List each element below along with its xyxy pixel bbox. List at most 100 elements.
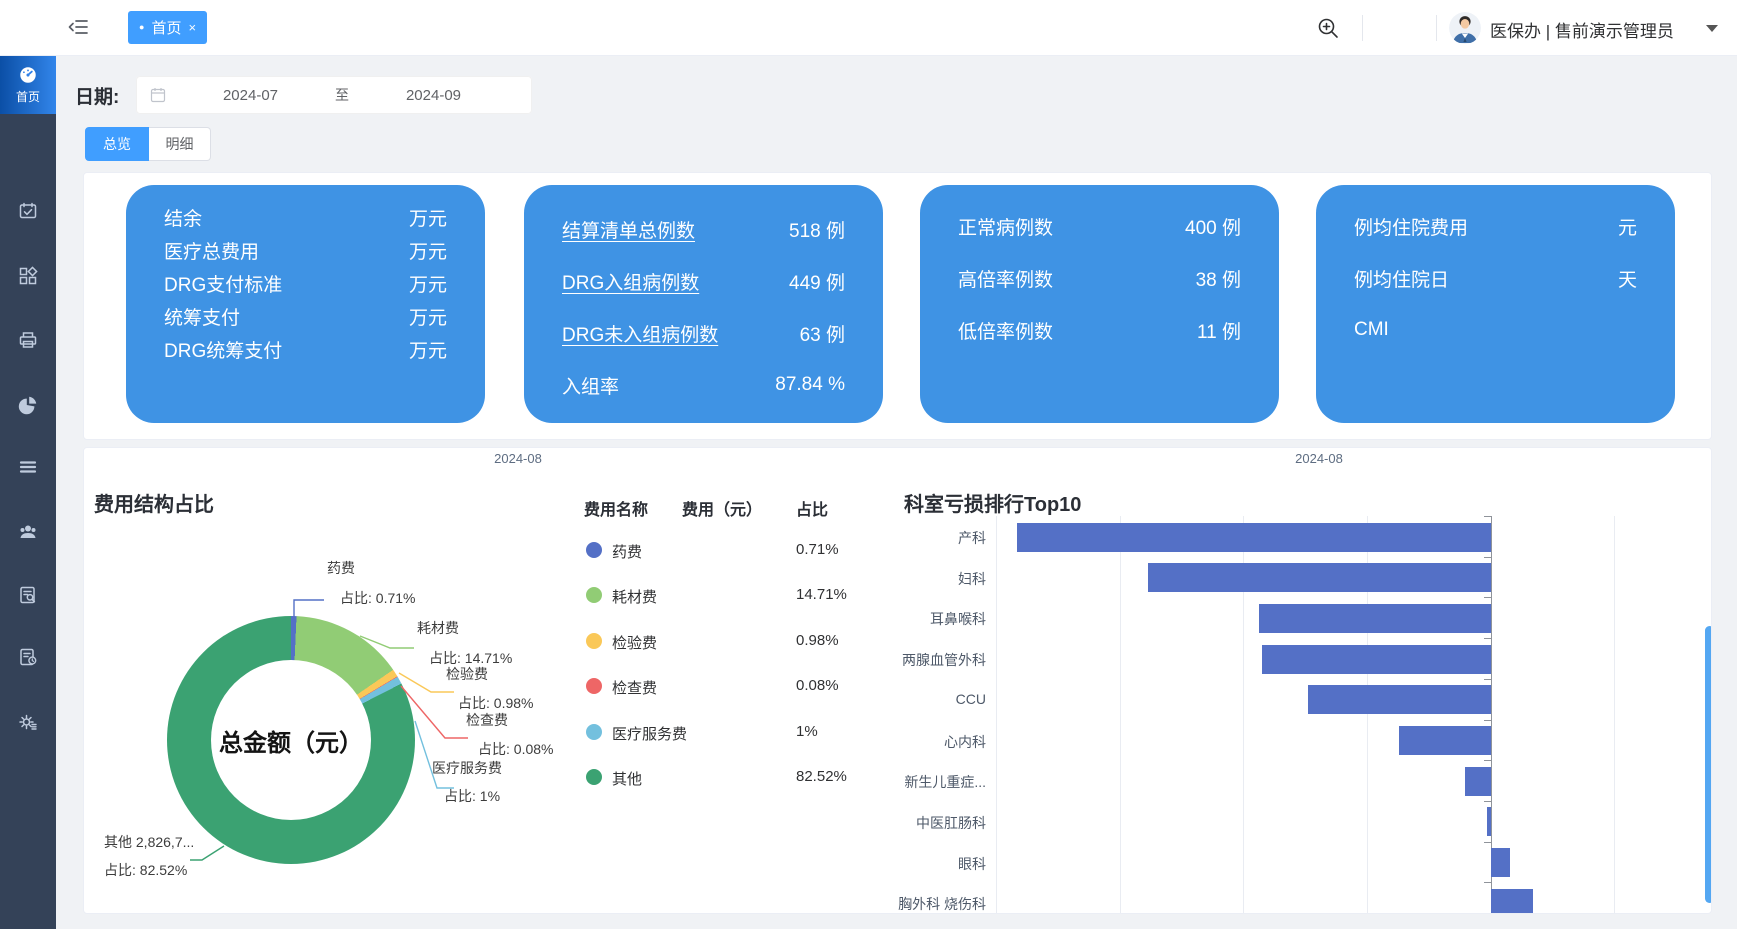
bar-category-label: 两腺血管外科 — [844, 650, 986, 670]
sidebar-item-team[interactable] — [17, 521, 39, 543]
bar-category-label: 胸外科 烧伤科 — [844, 894, 986, 914]
user-role-label[interactable]: 医保办 | 售前演示管理员 — [1490, 17, 1674, 42]
legend-name: 检验费 — [612, 632, 657, 653]
callout-exam-pct: 占比: 0.08% — [478, 739, 553, 759]
user-menu-caret-icon[interactable] — [1706, 25, 1718, 32]
printer-doc-icon — [17, 329, 39, 351]
stat-label: 低倍率例数 — [958, 317, 1053, 344]
stat-label: 医疗总费用 — [164, 237, 259, 264]
legend-row-consumables[interactable]: 耗材费14.71% — [584, 585, 884, 619]
axis-tick — [1484, 760, 1491, 761]
date-range-input[interactable]: 2024-07 至 2024-09 — [136, 76, 532, 114]
callout-exam: 检查费 — [466, 710, 508, 730]
legend-name: 检查费 — [612, 677, 657, 698]
legend-dot — [586, 633, 602, 649]
stat-label: 例均住院日 — [1354, 265, 1449, 292]
bar-category-label: 中医肛肠科 — [844, 813, 986, 833]
user-avatar[interactable] — [1449, 12, 1481, 44]
stat-value: 天 — [1618, 265, 1637, 292]
tab-overview[interactable]: 总览 — [85, 127, 149, 161]
pie-chart-icon — [17, 394, 39, 416]
gridline — [1120, 516, 1121, 914]
sidebar-item-home[interactable]: 首页 — [0, 56, 56, 114]
loss-bar[interactable] — [1491, 848, 1511, 877]
loss-bar[interactable] — [1465, 767, 1491, 796]
loss-bar[interactable] — [1259, 604, 1490, 633]
legend-row-exam[interactable]: 检查费0.08% — [584, 676, 884, 710]
legend-name: 医疗服务费 — [612, 723, 687, 744]
legend-row-drug[interactable]: 药费 0.71% — [584, 540, 884, 574]
bar-category-label: 眼科 — [844, 854, 986, 874]
dashboard-gauge-icon — [18, 65, 38, 85]
collapse-sidebar-icon[interactable] — [68, 19, 88, 37]
bar-category-label: 妇科 — [844, 569, 986, 589]
legend-row-service[interactable]: 医疗服务费 1% — [584, 722, 884, 756]
callout-drug-pct: 占比: 0.71% — [340, 588, 415, 608]
team-icon — [17, 521, 39, 543]
department-loss-bar-chart — [996, 510, 1701, 914]
tab-close-icon[interactable]: × — [188, 20, 196, 35]
bar-category-labels: 产科妇科耳鼻喉科两腺血管外科CCU心内科新生儿重症...中医肛肠科眼科胸外科 烧… — [844, 510, 986, 914]
legend-percent: 0.98% — [796, 632, 839, 649]
legend-percent: 0.71% — [796, 541, 839, 558]
callout-labtest: 检验费 — [446, 664, 488, 684]
gridline — [1614, 516, 1615, 914]
legend-row-other[interactable]: 其他82.52% — [584, 767, 884, 801]
sidebar-item-analysis[interactable] — [17, 394, 39, 416]
zoom-in-icon[interactable] — [1316, 16, 1340, 40]
loss-bar[interactable] — [1148, 563, 1491, 592]
loss-bar[interactable] — [1262, 645, 1491, 674]
calendar-check-icon — [17, 200, 39, 222]
callout-consumables: 耗材费 — [417, 618, 459, 638]
stat-cards-panel: 结余万元 医疗总费用万元 DRG支付标准万元 统筹支付万元 DRG统筹支付万元 … — [83, 172, 1712, 440]
stat-link-settlement-total[interactable]: 结算清单总例数 — [562, 216, 695, 243]
start-date-value[interactable]: 2024-07 — [166, 87, 335, 104]
sidebar-item-settings[interactable] — [17, 711, 39, 733]
stat-label: 入组率 — [562, 372, 619, 399]
legend-dot — [586, 587, 602, 603]
legend-header-percent: 占比 — [796, 496, 828, 520]
donut-center: 总金额（元） — [211, 660, 371, 820]
callout-service-pct: 占比: 1% — [444, 786, 500, 806]
bar-category-label: 心内科 — [844, 732, 986, 752]
sidebar-item-pending-doc[interactable] — [17, 646, 39, 668]
loss-bar[interactable] — [1487, 807, 1491, 836]
tab-detail[interactable]: 明细 — [149, 127, 211, 161]
donut-chart-title: 费用结构占比 — [94, 488, 214, 517]
legend-row-labtest[interactable]: 检验费 0.98% — [584, 631, 884, 665]
legend-percent: 1% — [796, 723, 818, 740]
grid-apps-icon — [17, 265, 39, 287]
stat-value: 元 — [1618, 213, 1637, 240]
stat-link-drg-grouped[interactable]: DRG入组病例数 — [562, 268, 699, 295]
right-chart-period: 2024-08 — [1295, 451, 1343, 466]
sidebar-item-record-search[interactable] — [17, 584, 39, 606]
cost-structure-donut[interactable]: 总金额（元） — [167, 616, 415, 864]
axis-tick — [1484, 801, 1491, 802]
sidebar-item-list[interactable] — [17, 456, 39, 478]
stat-link-drg-ungrouped[interactable]: DRG未入组病例数 — [562, 320, 718, 347]
datazoom-slider[interactable] — [1705, 626, 1712, 903]
stat-value: 63 例 — [800, 320, 845, 347]
loss-bar[interactable] — [1399, 726, 1491, 755]
legend-name: 药费 — [612, 541, 642, 562]
axis-tick — [1484, 597, 1491, 598]
date-filter-label: 日期: — [75, 82, 119, 109]
sidebar-item-print-report[interactable] — [17, 329, 39, 351]
callout-service: 医疗服务费 — [432, 758, 502, 778]
gridline — [996, 516, 997, 914]
sidebar-item-calendar[interactable] — [17, 200, 39, 222]
loss-bar[interactable] — [1017, 523, 1491, 552]
sidebar-item-home-label: 首页 — [16, 88, 40, 105]
left-chart-period: 2024-08 — [494, 451, 542, 466]
legend-percent: 14.71% — [796, 586, 847, 603]
stat-label: 统筹支付 — [164, 303, 240, 330]
stat-value: 万元 — [409, 204, 447, 231]
loss-bar[interactable] — [1308, 685, 1491, 714]
axis-tick — [1484, 842, 1491, 843]
tab-home[interactable]: ● 首页 × — [128, 11, 207, 44]
loss-bar[interactable] — [1491, 889, 1533, 914]
end-date-value[interactable]: 2024-09 — [349, 87, 518, 104]
stat-label: 结余 — [164, 204, 202, 231]
sidebar-item-apps[interactable] — [17, 265, 39, 287]
calendar-icon — [150, 87, 166, 103]
